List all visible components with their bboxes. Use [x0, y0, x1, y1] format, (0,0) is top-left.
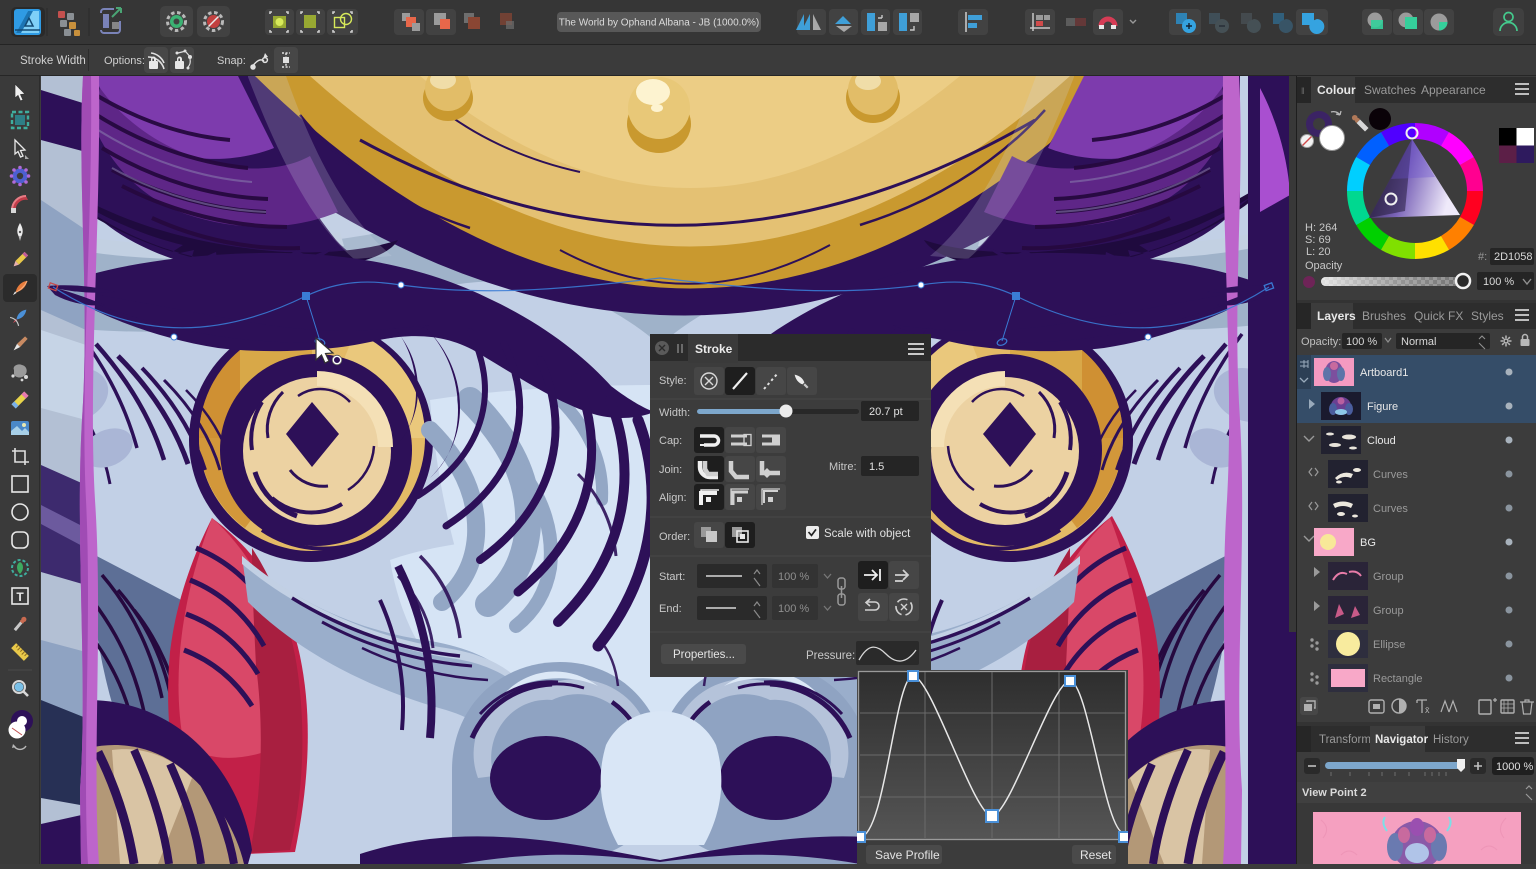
svg-text:Save Profile: Save Profile: [875, 848, 940, 862]
svg-text:Swatches: Swatches: [1364, 83, 1416, 97]
svg-text:View Point 2: View Point 2: [1302, 787, 1367, 799]
svg-text:100 %: 100 %: [778, 603, 809, 615]
svg-text:Cloud: Cloud: [1367, 435, 1396, 447]
svg-text:Opacity: Opacity: [1305, 260, 1343, 272]
svg-text:History: History: [1433, 734, 1469, 746]
svg-text:Figure: Figure: [1367, 401, 1398, 413]
svg-text:x̄: x̄: [1425, 705, 1430, 715]
svg-text:Curves: Curves: [1373, 469, 1408, 481]
svg-text:Quick FX: Quick FX: [1414, 309, 1463, 323]
svg-text:Opacity:: Opacity:: [1301, 336, 1341, 348]
svg-text:Group: Group: [1373, 571, 1404, 583]
svg-text:Rectangle: Rectangle: [1373, 673, 1423, 685]
svg-text:Mitre:: Mitre:: [829, 461, 857, 473]
svg-text:Colour: Colour: [1317, 83, 1356, 97]
svg-text:BG: BG: [1360, 537, 1376, 549]
svg-text:H: 264: H: 264: [1305, 222, 1337, 234]
svg-text:1.5: 1.5: [869, 461, 884, 473]
svg-text:‖: ‖: [1301, 86, 1305, 96]
svg-text:Style:: Style:: [659, 375, 687, 387]
svg-text:Order:: Order:: [659, 531, 690, 543]
svg-text:Styles: Styles: [1471, 309, 1504, 323]
svg-text:Group: Group: [1373, 605, 1404, 617]
svg-text:Layers: Layers: [1317, 309, 1356, 323]
svg-text:Ellipse: Ellipse: [1373, 639, 1405, 651]
svg-text:1000 %: 1000 %: [1496, 761, 1534, 773]
svg-text:S: 69: S: 69: [1305, 234, 1331, 246]
svg-text:Curves: Curves: [1373, 503, 1408, 515]
svg-text:Transform: Transform: [1319, 734, 1371, 746]
svg-text:Appearance: Appearance: [1421, 83, 1486, 97]
svg-text:Width:: Width:: [659, 407, 690, 419]
svg-text:100 %: 100 %: [1346, 336, 1377, 348]
svg-text:Align:: Align:: [659, 492, 687, 504]
svg-text:L: 20: L: 20: [1306, 246, 1330, 258]
svg-text:End:: End:: [659, 603, 682, 615]
svg-text:Cap:: Cap:: [659, 435, 682, 447]
svg-text:Scale with object: Scale with object: [824, 528, 911, 540]
svg-text:Navigator: Navigator: [1375, 734, 1429, 746]
svg-text:Brushes: Brushes: [1362, 309, 1406, 323]
svg-text:Stroke: Stroke: [695, 342, 733, 356]
svg-text:100 %: 100 %: [1483, 276, 1514, 288]
svg-text:Artboard1: Artboard1: [1360, 367, 1408, 379]
svg-text:The World by Ophand Albana - J: The World by Ophand Albana - JB (1000.0%…: [559, 18, 759, 29]
svg-text:100 %: 100 %: [778, 571, 809, 583]
svg-text:Properties...: Properties...: [673, 649, 735, 661]
svg-text:Reset: Reset: [1080, 848, 1112, 862]
svg-text:20.7 pt: 20.7 pt: [869, 406, 903, 418]
svg-text:Join:: Join:: [659, 464, 682, 476]
svg-text:T: T: [16, 590, 24, 604]
svg-text:Normal: Normal: [1401, 336, 1436, 348]
svg-text:Pressure:: Pressure:: [806, 650, 855, 662]
svg-text:#:: #:: [1478, 251, 1487, 263]
svg-text:2D1058: 2D1058: [1494, 251, 1533, 263]
svg-text:Start:: Start:: [659, 571, 685, 583]
